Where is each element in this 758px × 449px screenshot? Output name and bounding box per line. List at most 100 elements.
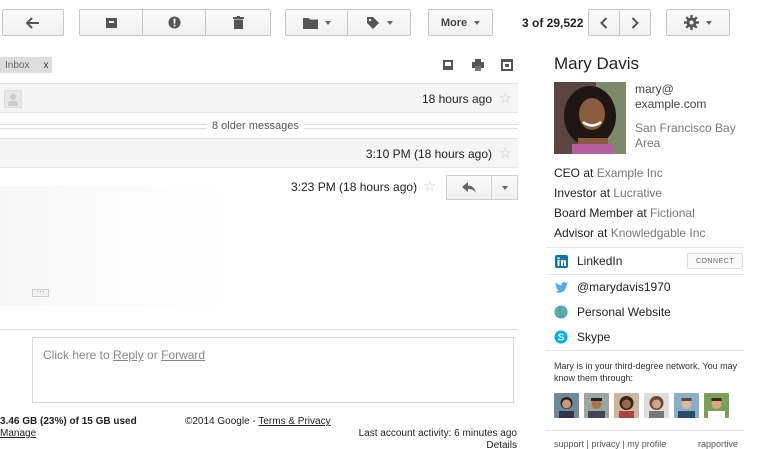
print-icon[interactable] bbox=[472, 59, 484, 71]
activity-text: Last account activity: 6 minutes ago bbox=[358, 428, 517, 439]
contact-location: San Francisco Bay Area bbox=[635, 121, 755, 151]
terms-link[interactable]: Terms & Privacy bbox=[258, 416, 330, 427]
report-spam-button[interactable] bbox=[142, 9, 206, 36]
linkedin-connect-button[interactable]: CONNECT bbox=[687, 253, 743, 269]
chevron-down-icon bbox=[706, 20, 712, 25]
role-title: Investor at bbox=[554, 186, 614, 200]
connection-avatar[interactable] bbox=[554, 393, 579, 418]
older-messages-label: 8 older messages bbox=[207, 120, 304, 132]
svg-text:S: S bbox=[558, 333, 565, 344]
location-line: Area bbox=[635, 136, 661, 150]
more-button[interactable]: More bbox=[428, 9, 493, 36]
role-company[interactable]: Fictional bbox=[650, 206, 695, 220]
trash-icon bbox=[232, 16, 244, 29]
role-company[interactable]: Lucrative bbox=[613, 186, 662, 200]
storage-info: 3.46 GB (23%) of 15 GB used Manage bbox=[0, 416, 137, 439]
link-label: LinkedIn bbox=[577, 254, 623, 268]
mutual-connections bbox=[554, 393, 729, 418]
star-icon[interactable]: ☆ bbox=[423, 177, 436, 195]
labels-button[interactable] bbox=[347, 9, 411, 36]
contact-email: mary@ example.com bbox=[635, 82, 706, 112]
tag-icon bbox=[366, 16, 379, 29]
connection-avatar[interactable] bbox=[674, 393, 699, 418]
linkedin-icon bbox=[554, 254, 568, 268]
pager-count: 3 of 29,522 bbox=[522, 16, 584, 30]
message-body bbox=[0, 186, 230, 306]
account-activity: Last account activity: 6 minutes ago Det… bbox=[359, 428, 517, 449]
person-icon bbox=[8, 94, 18, 106]
label-remove-button[interactable]: x bbox=[43, 60, 48, 71]
chevron-down-icon bbox=[501, 185, 508, 190]
collapsed-message-row[interactable]: 3:10 PM (18 hours ago) ☆ bbox=[0, 138, 518, 168]
connection-avatar[interactable] bbox=[644, 393, 669, 418]
reply-box[interactable]: Click here to Reply or Forward bbox=[32, 337, 514, 403]
storage-usage: 3.46 GB (23%) of 15 GB used bbox=[0, 416, 137, 427]
role-title: Board Member at bbox=[554, 206, 651, 220]
role-item: Investor at Lucrative bbox=[554, 183, 705, 203]
older-button[interactable] bbox=[619, 9, 651, 36]
role-company[interactable]: Example Inc bbox=[597, 166, 663, 180]
show-trimmed-content-button[interactable]: ··· bbox=[32, 288, 49, 297]
chevron-down-icon bbox=[324, 20, 331, 25]
message-time: 3:10 PM (18 hours ago) bbox=[365, 147, 492, 161]
link-label: Skype bbox=[577, 330, 611, 344]
twitter-icon bbox=[554, 280, 568, 294]
label-chip-inbox[interactable]: Inbox x bbox=[0, 57, 53, 73]
twitter-link[interactable]: @marydavis1970 bbox=[554, 278, 671, 296]
message-time: 18 hours ago bbox=[421, 92, 492, 106]
personal-website-link[interactable]: Personal Website bbox=[554, 303, 671, 321]
new-window-icon[interactable] bbox=[501, 59, 513, 71]
reply-button[interactable] bbox=[446, 175, 492, 200]
divider bbox=[0, 329, 518, 330]
star-icon[interactable]: ☆ bbox=[499, 144, 512, 162]
reply-link[interactable]: Reply bbox=[113, 348, 144, 362]
message-more-button[interactable] bbox=[492, 175, 518, 200]
connection-avatar[interactable] bbox=[584, 393, 609, 418]
folder-icon bbox=[302, 17, 318, 29]
label-chip-text: Inbox bbox=[5, 60, 30, 71]
divider bbox=[546, 247, 744, 248]
expand-all-icon[interactable] bbox=[442, 59, 454, 71]
copyright: ©2014 Google - Terms & Privacy bbox=[185, 416, 331, 427]
connection-avatar[interactable] bbox=[704, 393, 729, 418]
gear-icon bbox=[684, 15, 699, 30]
move-to-button[interactable] bbox=[285, 9, 348, 36]
settings-button[interactable] bbox=[666, 9, 730, 36]
chevron-down-icon bbox=[474, 20, 481, 25]
collapsed-message-row[interactable]: 18 hours ago ☆ bbox=[0, 83, 518, 113]
divider bbox=[546, 350, 744, 351]
skype-link[interactable]: S Skype bbox=[554, 328, 610, 346]
report-spam-icon bbox=[168, 16, 180, 29]
delete-button[interactable] bbox=[205, 9, 271, 36]
role-company[interactable]: Knowledgable Inc bbox=[611, 226, 706, 240]
older-messages-expander[interactable]: 8 older messages bbox=[0, 118, 518, 136]
chevron-down-icon bbox=[386, 20, 393, 25]
linkedin-link[interactable]: LinkedIn bbox=[554, 252, 622, 270]
role-item: Board Member at Fictional bbox=[554, 203, 705, 223]
toolbar: More 3 of 29,522 bbox=[0, 0, 758, 44]
details-link[interactable]: Details bbox=[359, 440, 517, 449]
divider bbox=[546, 274, 744, 275]
role-item: Advisor at Knowledgable Inc bbox=[554, 223, 705, 243]
role-item: CEO at Example Inc bbox=[554, 163, 705, 183]
chevron-left-icon bbox=[600, 16, 608, 29]
star-icon[interactable]: ☆ bbox=[499, 89, 512, 107]
sidebar-footer-links[interactable]: support | privacy | my profile bbox=[554, 439, 666, 449]
connection-avatar[interactable] bbox=[614, 393, 639, 418]
chevron-right-icon bbox=[631, 16, 639, 29]
arrow-left-icon bbox=[26, 16, 39, 29]
location-line: San Francisco Bay bbox=[635, 121, 736, 135]
more-label: More bbox=[440, 16, 468, 29]
forward-link[interactable]: Forward bbox=[161, 348, 205, 362]
link-label: @marydavis1970 bbox=[577, 280, 671, 294]
link-label: Personal Website bbox=[577, 305, 671, 319]
manage-link[interactable]: Manage bbox=[0, 428, 137, 439]
rapportive-brand[interactable]: rapportive bbox=[698, 439, 738, 449]
globe-icon bbox=[554, 305, 568, 319]
role-title: CEO at bbox=[554, 166, 597, 180]
reply-prompt: Click here to bbox=[43, 348, 114, 362]
archive-button[interactable] bbox=[79, 9, 143, 36]
newer-button[interactable] bbox=[588, 9, 620, 36]
email-line: mary@ bbox=[635, 82, 674, 96]
back-button[interactable] bbox=[2, 9, 64, 36]
